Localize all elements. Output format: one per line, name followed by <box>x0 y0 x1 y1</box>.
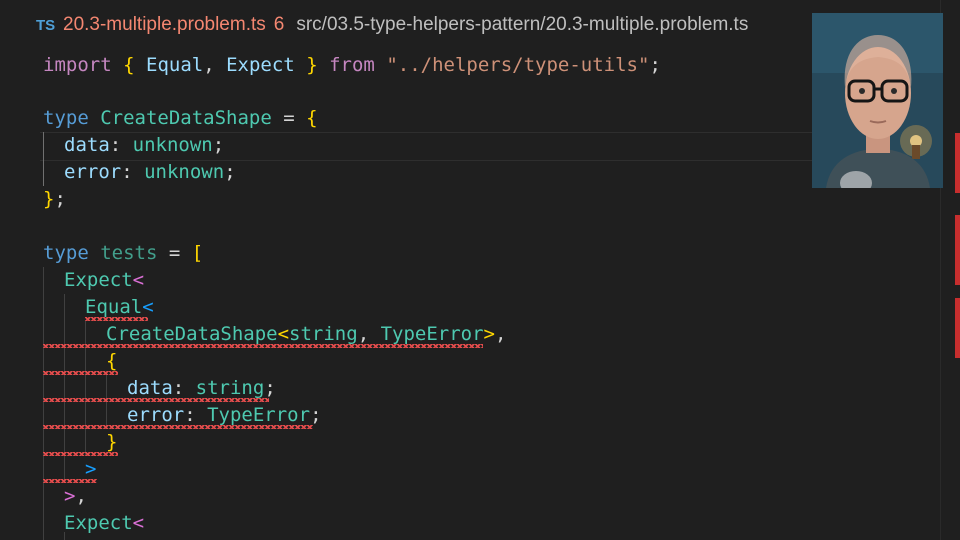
presenter-video <box>812 13 943 188</box>
active-tab[interactable]: 20.3-multiple.problem.ts 6 src/03.5-type-h… <box>63 14 748 36</box>
error-marker[interactable] <box>955 298 960 358</box>
indent-guide <box>43 132 44 186</box>
file-path: src/03.5-type-helpers-pattern/20.3-multi… <box>296 14 749 35</box>
error-count-badge: 6 <box>273 14 285 35</box>
code-line: }; <box>43 188 66 210</box>
code-line: type tests = [ <box>43 242 204 264</box>
vertical-scrollbar[interactable] <box>940 0 960 540</box>
code-line: import { Equal, Expect } from "../helper… <box>43 54 661 76</box>
code-line: data: unknown; <box>64 134 225 156</box>
error-squiggle[interactable] <box>43 452 118 456</box>
tab-filename[interactable]: 20.3-multiple.problem.ts <box>63 14 266 35</box>
indent-guide <box>106 375 107 429</box>
typescript-file-icon: TS <box>36 17 56 34</box>
code-line: Expect< <box>64 269 145 291</box>
error-marker[interactable] <box>955 215 960 285</box>
code-line: error: unknown; <box>64 161 236 183</box>
error-squiggle[interactable] <box>43 371 118 375</box>
indent-guide <box>85 321 86 456</box>
code-line: >, <box>64 485 87 507</box>
code-line: Expect< <box>64 512 145 534</box>
error-marker[interactable] <box>955 133 960 193</box>
indent-guide <box>43 267 44 540</box>
presenter-webcam <box>812 13 943 188</box>
code-line: type CreateDataShape = { <box>43 107 318 129</box>
error-squiggle[interactable] <box>43 425 313 429</box>
code-editor[interactable]: import { Equal, Expect } from "../helper… <box>0 52 940 540</box>
